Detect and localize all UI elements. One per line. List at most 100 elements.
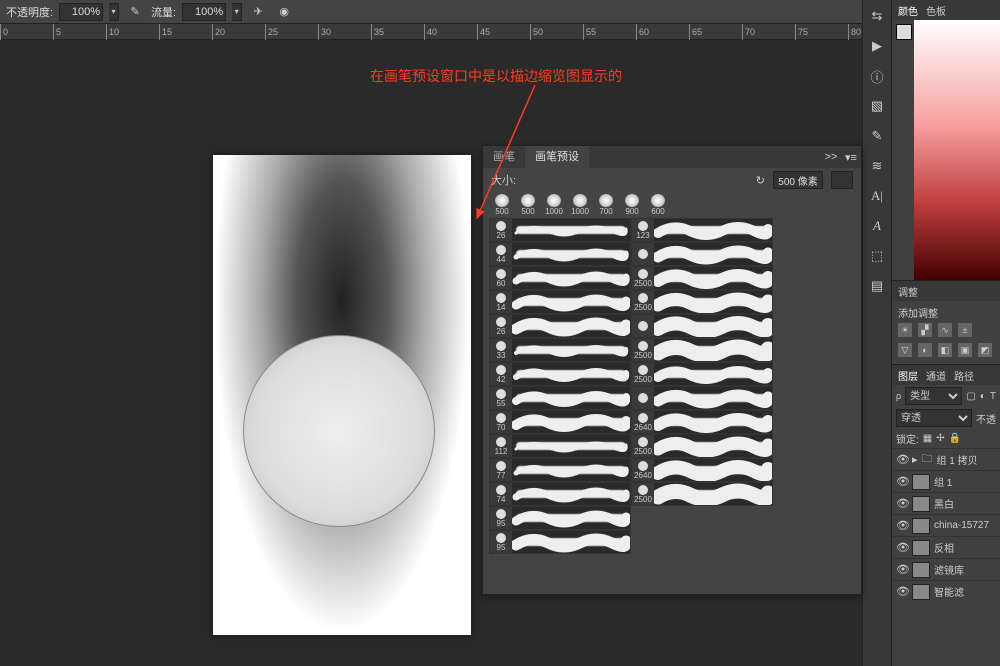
brush-preset-row[interactable]: 123 (631, 218, 773, 242)
color-picker[interactable] (892, 20, 1000, 280)
pressure-size-icon[interactable]: ◉ (274, 3, 294, 21)
panel-flyout-menu-icon[interactable]: ▾≡ (841, 151, 861, 164)
tab-color[interactable]: 颜色 (898, 3, 918, 18)
filter-adjust-icon[interactable]: ◐ (980, 391, 986, 402)
brush-preset-row[interactable]: 74 (489, 482, 631, 506)
brush-icon[interactable]: ✎ (867, 126, 887, 146)
adj-bw-icon[interactable]: ◧ (938, 343, 952, 357)
pressure-opacity-icon[interactable]: ✎ (125, 3, 145, 21)
layer-row[interactable]: 👁china-15727 (892, 514, 1000, 536)
filter-type-icon[interactable]: T (990, 391, 996, 402)
visibility-eye-icon[interactable]: 👁 (896, 475, 908, 488)
brush-preset-row[interactable] (631, 386, 773, 410)
brush-stroke-list[interactable]: 26446014263342557011277749595 1232500250… (483, 218, 861, 590)
adj-hue-icon[interactable]: ◐ (918, 343, 932, 357)
expand-strip-icon[interactable]: ⇆ (867, 6, 887, 26)
brush-preset-row[interactable]: 2500 (631, 362, 773, 386)
visibility-eye-icon[interactable]: 👁 (896, 453, 908, 466)
adj-vibrance-icon[interactable]: ▽ (898, 343, 912, 357)
brush-preset-row[interactable]: 2500 (631, 290, 773, 314)
play-icon[interactable]: ▶ (867, 36, 887, 56)
brush-preset-row[interactable]: 95 (489, 530, 631, 554)
tab-channels[interactable]: 通道 (926, 368, 946, 383)
brush-settings-icon[interactable]: ≋ (867, 156, 887, 176)
brush-preset-row[interactable]: 112 (489, 434, 631, 458)
brush-preset-row[interactable]: 42 (489, 362, 631, 386)
brush-tip-thumb[interactable]: 500 (489, 194, 515, 216)
paragraph-icon[interactable]: A (867, 216, 887, 236)
brush-tip-thumb[interactable]: 500 (515, 194, 541, 216)
brush-preset-row[interactable]: 77 (489, 458, 631, 482)
brush-preset-row[interactable]: 95 (489, 506, 631, 530)
lock-position-icon[interactable]: ✢ (936, 433, 944, 444)
lock-pixels-icon[interactable]: ▦ (923, 433, 932, 444)
adj-curves-icon[interactable]: ∿ (938, 323, 952, 337)
brush-preset-row[interactable]: 2640 (631, 458, 773, 482)
brush-preset-row[interactable] (631, 314, 773, 338)
brush-preset-row[interactable]: 2640 (631, 410, 773, 434)
folder-toggle-icon[interactable]: ▸ (912, 453, 918, 466)
brush-preset-row[interactable]: 14 (489, 290, 631, 314)
tab-swatches[interactable]: 色板 (926, 3, 946, 18)
adj-brightness-icon[interactable]: ☀ (898, 323, 912, 337)
opacity-input[interactable] (59, 3, 103, 21)
brush-preset-row[interactable]: 70 (489, 410, 631, 434)
lock-all-icon[interactable]: 🔒 (949, 433, 961, 444)
brush-preset-row[interactable]: 2500 (631, 266, 773, 290)
canvas-area[interactable]: 在画笔预设窗口中是以描边缩览图显示的 画笔 画笔预设 >> ▾≡ 大小: ↻ 5… (0, 40, 862, 666)
tab-brush[interactable]: 画笔 (483, 146, 525, 168)
visibility-eye-icon[interactable]: 👁 (896, 497, 908, 510)
navigator-icon[interactable]: ▧ (867, 96, 887, 116)
layer-row[interactable]: 👁组 1 (892, 470, 1000, 492)
brush-preset-row[interactable]: 60 (489, 266, 631, 290)
visibility-eye-icon[interactable]: 👁 (896, 519, 908, 532)
color-field[interactable] (914, 20, 1000, 280)
tab-paths[interactable]: 路径 (954, 368, 974, 383)
brush-preset-row[interactable]: 2500 (631, 482, 773, 506)
filter-pixel-icon[interactable]: ▢ (966, 391, 975, 402)
visibility-eye-icon[interactable]: 👁 (896, 563, 908, 576)
tab-adjustments[interactable]: 调整 (898, 284, 918, 299)
airbrush-icon[interactable]: ✈ (248, 3, 268, 21)
layer-row[interactable]: 👁▸🗀组 1 拷贝 (892, 448, 1000, 470)
visibility-eye-icon[interactable]: 👁 (896, 541, 908, 554)
reset-size-icon[interactable]: ↻ (756, 174, 765, 187)
brush-preset-row[interactable]: 33 (489, 338, 631, 362)
character-icon[interactable]: A| (867, 186, 887, 206)
layer-row[interactable]: 👁滤镜库 (892, 558, 1000, 580)
blend-mode-select[interactable]: 穿透 (896, 409, 972, 427)
panel-collapse-icon[interactable]: >> (821, 151, 841, 163)
adj-exposure-icon[interactable]: ± (958, 323, 972, 337)
layers-list[interactable]: 👁▸🗀组 1 拷贝👁组 1👁黑白👁china-15727👁反相👁滤镜库👁智能滤 (892, 448, 1000, 602)
foreground-color-swatch[interactable] (896, 24, 912, 40)
3d-icon[interactable]: ⬚ (867, 246, 887, 266)
flow-dropdown[interactable]: ▾ (232, 3, 242, 21)
brush-preset-row[interactable]: 55 (489, 386, 631, 410)
adj-channel-mixer-icon[interactable]: ◩ (978, 343, 992, 357)
brush-preview-toggle-icon[interactable] (831, 171, 853, 189)
layer-filter-kind[interactable]: 类型 (905, 387, 962, 405)
brush-tip-thumb[interactable]: 1000 (541, 194, 567, 216)
brush-tip-thumb[interactable]: 600 (645, 194, 671, 216)
info-icon[interactable]: ⓘ (867, 66, 887, 86)
brush-tip-thumb[interactable]: 700 (593, 194, 619, 216)
brush-preset-row[interactable]: 26 (489, 218, 631, 242)
brush-tip-thumb[interactable]: 1000 (567, 194, 593, 216)
layer-row[interactable]: 👁黑白 (892, 492, 1000, 514)
layer-row[interactable]: 👁智能滤 (892, 580, 1000, 602)
brush-preset-row[interactable] (631, 242, 773, 266)
opacity-dropdown[interactable]: ▾ (109, 3, 119, 21)
tab-brush-presets[interactable]: 画笔预设 (525, 146, 589, 168)
adj-photo-filter-icon[interactable]: ▣ (958, 343, 972, 357)
brush-preset-row[interactable]: 2500 (631, 434, 773, 458)
brush-tip-thumb[interactable]: 900 (619, 194, 645, 216)
brush-preset-row[interactable]: 26 (489, 314, 631, 338)
tab-layers[interactable]: 图层 (898, 368, 918, 383)
brush-preset-row[interactable]: 2500 (631, 338, 773, 362)
brush-size-input[interactable] (773, 171, 823, 189)
flow-input[interactable] (182, 3, 226, 21)
layers-strip-icon[interactable]: ▤ (867, 276, 887, 296)
adj-levels-icon[interactable]: ▞ (918, 323, 932, 337)
layer-row[interactable]: 👁反相 (892, 536, 1000, 558)
visibility-eye-icon[interactable]: 👁 (896, 585, 908, 598)
